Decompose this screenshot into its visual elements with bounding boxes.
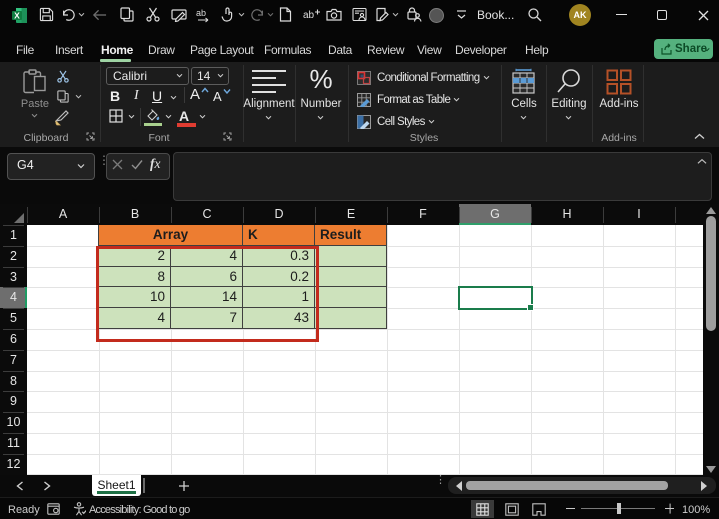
svg-text:ab: ab — [196, 8, 206, 18]
svg-text:ab: ab — [303, 10, 315, 21]
svg-text:X: X — [14, 11, 20, 21]
